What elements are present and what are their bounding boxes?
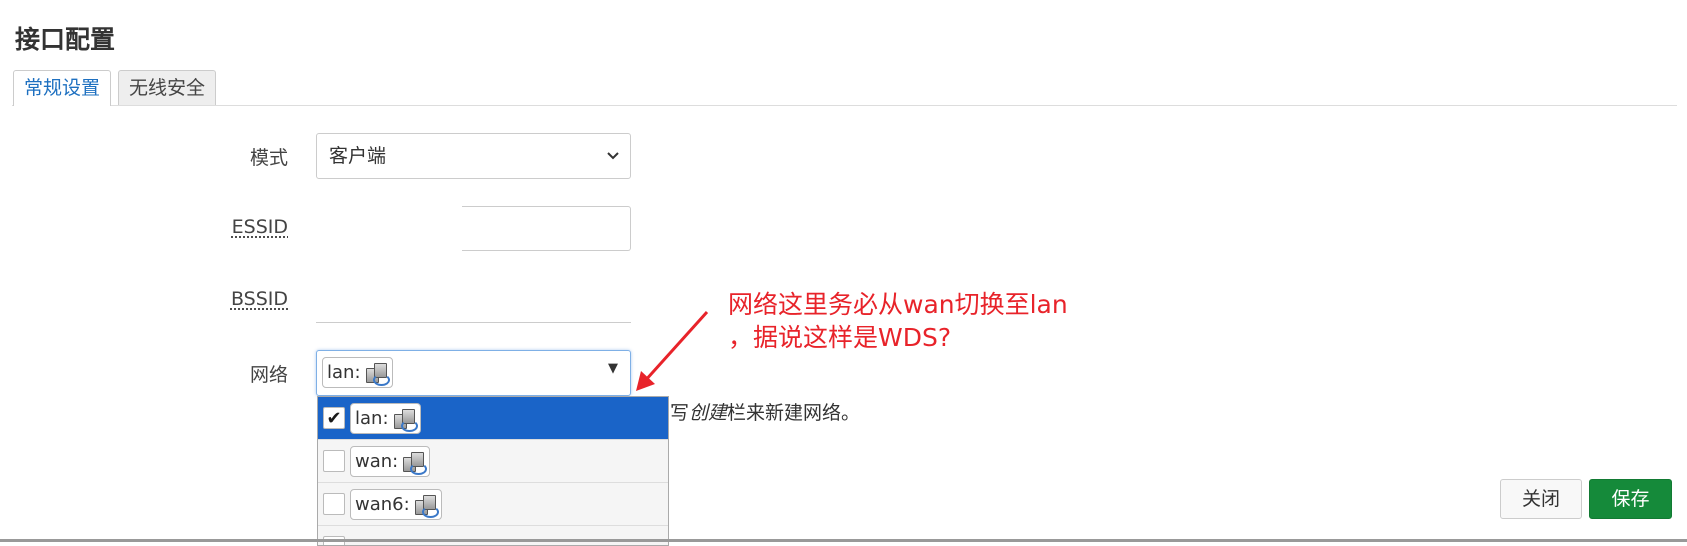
caret-down-icon: ▼ [608, 361, 618, 376]
network-selected-value: lan: [327, 362, 361, 383]
annotation-line-2: ，据说这样是WDS? [728, 323, 952, 352]
network-help-text: 写创建栏来新建网络。 [670, 398, 860, 425]
network-option-chip: wan6: [350, 489, 442, 520]
mode-select-value: 客户端 [329, 145, 387, 167]
network-interface-icon [402, 451, 428, 475]
network-option-label: wan: [355, 451, 399, 472]
network-option-label: wan6: [355, 494, 410, 515]
network-option-chip: lan: [350, 403, 421, 434]
chevron-down-icon [606, 134, 620, 195]
tab-wireless-security[interactable]: 无线安全 [118, 70, 217, 105]
save-button[interactable]: 保存 [1589, 479, 1672, 519]
network-interface-icon [393, 408, 418, 432]
help-prefix: 写 [670, 402, 690, 424]
network-interface-icon [365, 362, 390, 386]
network-option-wan[interactable]: wan: [318, 440, 668, 483]
network-dropdown-list: ✔ lan: wan: wan6: [317, 396, 669, 546]
dialog-title: 接口配置 [15, 25, 116, 54]
annotation-line-1: 网络这里务必从wan切换至lan [728, 290, 1068, 319]
network-option-chip: wan: [350, 446, 431, 477]
mode-select[interactable]: 客户端 [316, 133, 631, 179]
annotation-arrow-icon [636, 310, 709, 391]
essid-label: ESSID [231, 216, 288, 238]
help-suffix: 栏来新建网络。 [727, 402, 861, 424]
checkbox-unchecked[interactable] [323, 493, 345, 515]
network-option-label: lan: [355, 408, 389, 429]
mode-label: 模式 [249, 147, 288, 169]
network-option-wan6[interactable]: wan6: [318, 483, 668, 526]
annotation-text: 网络这里务必从wan切换至lan ，据说这样是WDS? [728, 288, 1068, 354]
network-label: 网络 [249, 364, 288, 386]
network-option-custom-partial[interactable] [318, 526, 668, 545]
essid-input[interactable] [462, 206, 631, 251]
network-option-lan[interactable]: ✔ lan: [318, 397, 668, 440]
tabs-divider [12, 105, 1677, 106]
help-create-emphasis: 创建 [689, 402, 728, 424]
tab-general[interactable]: 常规设置 [13, 70, 112, 106]
checkbox-unchecked[interactable] [323, 450, 345, 472]
network-select[interactable]: lan: ▼ [316, 350, 631, 396]
checkbox-checked[interactable]: ✔ [323, 407, 345, 429]
network-selected-chip: lan: [322, 357, 393, 388]
bssid-label: BSSID [230, 288, 288, 310]
network-interface-icon [414, 494, 439, 518]
close-button[interactable]: 关闭 [1500, 479, 1582, 519]
bssid-input[interactable] [316, 275, 631, 323]
